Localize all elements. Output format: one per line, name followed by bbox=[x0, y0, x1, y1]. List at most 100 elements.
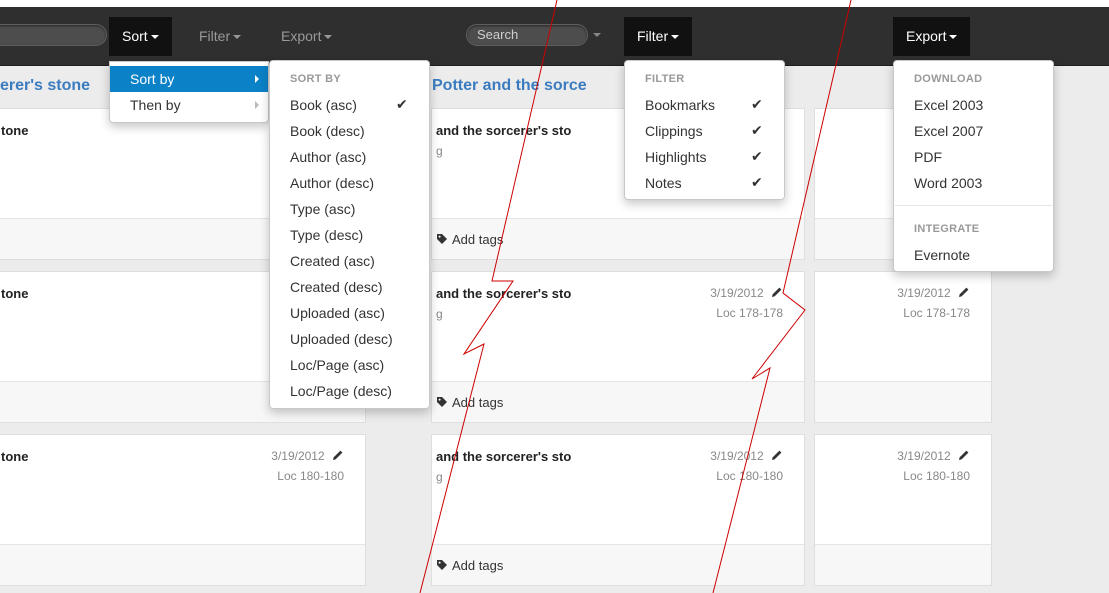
card-date-text: 3/19/2012 bbox=[897, 286, 951, 300]
filter-option-bookmarks[interactable]: Bookmarks bbox=[645, 97, 715, 113]
caret-down-icon bbox=[324, 35, 333, 40]
add-tags-link[interactable]: Add tags bbox=[436, 232, 503, 247]
filter-menu: FILTER Bookmarks ✔ Clippings ✔ Highlight… bbox=[624, 60, 785, 200]
book-title-link[interactable]: Potter and the sorce bbox=[432, 77, 587, 95]
export-excel-2003[interactable]: Excel 2003 bbox=[914, 97, 983, 113]
export-label-secondary: Export bbox=[281, 28, 322, 44]
card-date-text: 3/19/2012 bbox=[710, 286, 764, 300]
add-tags-label: Add tags bbox=[452, 395, 504, 410]
sort-option[interactable]: Book (asc) bbox=[290, 97, 357, 113]
pencil-icon[interactable] bbox=[958, 286, 970, 298]
clipping-card: and the sorcerer's sto g 3/19/2012 Loc 1… bbox=[431, 271, 805, 423]
sort-option[interactable]: Author (asc) bbox=[290, 149, 366, 165]
sort-option[interactable]: Type (desc) bbox=[290, 227, 363, 243]
search-dropdown-icon[interactable] bbox=[593, 33, 601, 37]
sort-option[interactable]: Author (desc) bbox=[290, 175, 374, 191]
sort-by-submenu: SORT BY Book (asc) ✔ Book (desc) Author … bbox=[269, 60, 430, 409]
card-location: Loc 180-180 bbox=[903, 469, 970, 483]
export-pdf[interactable]: PDF bbox=[914, 149, 942, 165]
then-by-item[interactable]: Then by bbox=[110, 92, 268, 118]
card-title: and the sorcerer's sto bbox=[436, 449, 572, 464]
filter-label: Filter bbox=[637, 28, 669, 44]
checkmark-icon: ✔ bbox=[396, 96, 408, 112]
export-excel-2007[interactable]: Excel 2007 bbox=[914, 123, 983, 139]
sort-option[interactable]: Loc/Page (asc) bbox=[290, 357, 384, 373]
filter-header: FILTER bbox=[645, 73, 685, 85]
sort-option[interactable]: Uploaded (asc) bbox=[290, 305, 385, 321]
sort-option[interactable]: Created (desc) bbox=[290, 279, 383, 295]
card-location: Loc 180-180 bbox=[716, 469, 783, 483]
chevron-right-icon bbox=[255, 101, 259, 109]
sort-option[interactable]: Loc/Page (desc) bbox=[290, 383, 392, 399]
clipping-card: tone 3/19/2012 Loc 180-180 bbox=[0, 434, 366, 586]
card-subtitle: g bbox=[436, 307, 443, 321]
sort-option[interactable]: Type (asc) bbox=[290, 201, 355, 217]
download-header: DOWNLOAD bbox=[914, 73, 983, 85]
filter-label-secondary: Filter bbox=[199, 28, 231, 44]
card-date: 3/19/2012 bbox=[710, 286, 783, 300]
pencil-icon[interactable] bbox=[771, 286, 783, 298]
export-button[interactable]: Export bbox=[893, 17, 971, 56]
left-search-input[interactable] bbox=[0, 24, 107, 46]
export-button-secondary[interactable]: Export bbox=[268, 17, 345, 56]
filter-option-highlights[interactable]: Highlights bbox=[645, 149, 706, 165]
export-label: Export bbox=[906, 28, 947, 44]
filter-option-notes[interactable]: Notes bbox=[645, 175, 682, 191]
sort-by-item[interactable]: Sort by bbox=[110, 66, 268, 92]
pencil-icon[interactable] bbox=[771, 449, 783, 461]
card-title: and the sorcerer's sto bbox=[436, 123, 572, 138]
sort-option[interactable]: Book (desc) bbox=[290, 123, 365, 139]
search-placeholder: Search bbox=[477, 27, 519, 42]
sort-option[interactable]: Uploaded (desc) bbox=[290, 331, 393, 347]
card-location: Loc 180-180 bbox=[277, 469, 344, 483]
clipping-card: and the sorcerer's sto g 3/19/2012 Loc 1… bbox=[431, 434, 805, 586]
card-title: and the sorcerer's sto bbox=[436, 286, 572, 301]
clipping-card: 3/19/2012 Loc 178-178 bbox=[814, 271, 992, 423]
card-title: tone bbox=[1, 449, 29, 464]
then-by-label: Then by bbox=[130, 97, 181, 113]
checkmark-icon: ✔ bbox=[751, 96, 763, 112]
card-footer: Add tags bbox=[432, 218, 804, 259]
pencil-icon[interactable] bbox=[958, 449, 970, 461]
card-footer bbox=[0, 544, 365, 585]
book-title-link[interactable]: erer's stone bbox=[0, 77, 90, 95]
checkmark-icon: ✔ bbox=[751, 148, 763, 164]
card-date-text: 3/19/2012 bbox=[710, 449, 764, 463]
sort-by-label: Sort by bbox=[130, 71, 175, 87]
export-menu: DOWNLOAD Excel 2003 Excel 2007 PDF Word … bbox=[893, 60, 1054, 272]
card-title: tone bbox=[1, 286, 29, 301]
tag-icon bbox=[437, 234, 447, 244]
add-tags-link[interactable]: Add tags bbox=[436, 558, 503, 573]
tag-icon bbox=[437, 560, 447, 570]
export-evernote[interactable]: Evernote bbox=[914, 247, 970, 263]
tag-icon bbox=[437, 397, 447, 407]
add-tags-link[interactable]: Add tags bbox=[436, 395, 503, 410]
pencil-icon[interactable] bbox=[332, 449, 344, 461]
sort-label: Sort bbox=[122, 28, 148, 44]
card-title: tone bbox=[1, 123, 29, 138]
sort-menu: Sort by Then by bbox=[109, 61, 269, 123]
card-date: 3/19/2012 bbox=[897, 449, 970, 463]
sort-by-header: SORT BY bbox=[290, 73, 341, 85]
sort-option[interactable]: Created (asc) bbox=[290, 253, 375, 269]
search-input[interactable]: Search bbox=[466, 24, 588, 46]
checkmark-icon: ✔ bbox=[751, 122, 763, 138]
card-footer: Add tags bbox=[432, 544, 804, 585]
top-strip bbox=[0, 0, 1109, 7]
card-footer bbox=[815, 544, 991, 585]
filter-button[interactable]: Filter bbox=[624, 17, 693, 56]
card-date: 3/19/2012 bbox=[271, 449, 344, 463]
card-footer: Add tags bbox=[432, 381, 804, 422]
card-footer bbox=[815, 381, 991, 422]
sort-button[interactable]: Sort bbox=[109, 17, 172, 56]
filter-option-clippings[interactable]: Clippings bbox=[645, 123, 703, 139]
filter-button-secondary[interactable]: Filter bbox=[186, 17, 254, 56]
caret-down-icon bbox=[671, 35, 680, 40]
export-word-2003[interactable]: Word 2003 bbox=[914, 175, 982, 191]
card-subtitle: g bbox=[436, 144, 443, 158]
checkmark-icon: ✔ bbox=[751, 174, 763, 190]
caret-down-icon bbox=[949, 35, 958, 40]
caret-down-icon bbox=[150, 35, 159, 40]
card-date: 3/19/2012 bbox=[710, 449, 783, 463]
card-date: 3/19/2012 bbox=[897, 286, 970, 300]
